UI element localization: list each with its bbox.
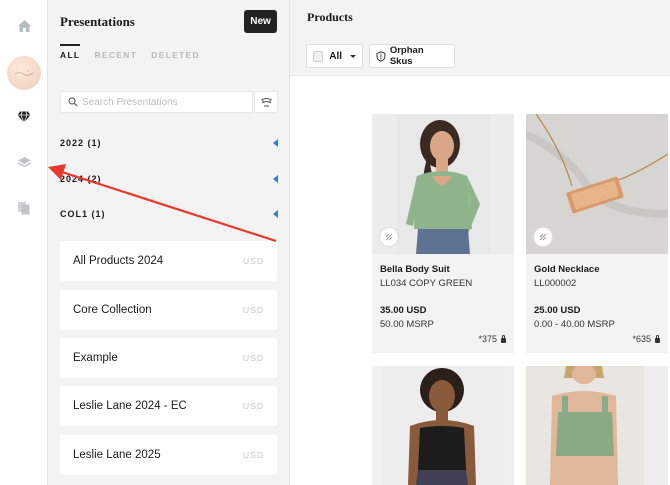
product-name: Gold Necklace (534, 264, 600, 275)
home-icon[interactable] (0, 16, 48, 36)
group-col1[interactable]: COL1 (1) (60, 206, 278, 222)
presentation-tabs: ALL RECENT DELETED (60, 44, 200, 64)
search-input[interactable] (82, 96, 242, 108)
presentation-currency: USD (243, 450, 264, 460)
diamond-icon[interactable] (0, 108, 48, 126)
presentation-card[interactable]: Leslie Lane 2025 USD (60, 435, 277, 475)
orphan-skus-label: Orphan Skus (389, 45, 424, 67)
presentation-name: All Products 2024 (73, 255, 164, 267)
image-toggle-icon[interactable] (379, 227, 399, 247)
presentation-name: Example (73, 352, 118, 364)
product-price: 35.00 USD (380, 305, 427, 316)
presentation-currency: USD (243, 305, 264, 315)
tab-recent[interactable]: RECENT (94, 50, 137, 64)
group-label: COL1 (1) (60, 209, 106, 219)
product-image (526, 366, 668, 485)
collapse-triangle-icon[interactable] (273, 139, 278, 147)
product-msrp: 50.00 MSRP (380, 319, 434, 330)
shield-icon (376, 50, 386, 62)
product-stock: *375 (478, 334, 506, 344)
group-label: 2022 (1) (60, 138, 102, 148)
documents-icon[interactable] (0, 199, 48, 217)
products-area: Products All Orphan Skus Bella Body Suit… (290, 0, 670, 485)
tab-deleted[interactable]: DELETED (151, 50, 200, 64)
products-header: Products All Orphan Skus (290, 0, 670, 76)
avatar[interactable] (7, 56, 41, 90)
presentation-name: Leslie Lane 2024 - EC (73, 400, 187, 412)
group-label: 2024 (2) (60, 174, 102, 184)
presentation-card[interactable]: Core Collection USD (60, 290, 277, 330)
stock-count: *375 (478, 334, 497, 344)
collapse-triangle-icon[interactable] (273, 210, 278, 218)
tab-all[interactable]: ALL (60, 44, 81, 64)
image-toggle-icon[interactable] (533, 227, 553, 247)
group-2022[interactable]: 2022 (1) (60, 135, 278, 151)
presentation-card[interactable]: All Products 2024 USD (60, 241, 277, 281)
panel-title: Presentations (60, 14, 135, 29)
group-2024[interactable]: 2024 (2) (60, 171, 278, 187)
product-sku: LL034 COPY GREEN (380, 278, 473, 289)
lock-icon (655, 334, 660, 343)
product-sku: LL000002 (534, 278, 577, 289)
product-card[interactable] (372, 366, 514, 485)
product-msrp: 0.00 - 40.00 MSRP (534, 319, 615, 330)
stock-count: *635 (632, 334, 651, 344)
presentation-currency: USD (243, 256, 264, 266)
product-card[interactable]: Bella Body Suit LL034 COPY GREEN 35.00 U… (372, 114, 514, 353)
presentation-card[interactable]: Example USD (60, 338, 277, 378)
presentations-panel: Presentations New ALL RECENT DELETED 202… (48, 0, 290, 485)
presentation-currency: USD (243, 353, 264, 363)
filter-button[interactable] (254, 91, 278, 113)
search-icon (68, 97, 78, 107)
product-stock: *635 (632, 334, 660, 344)
product-name: Bella Body Suit (380, 264, 450, 275)
product-card[interactable]: Gold Necklace LL000002 25.00 USD 0.00 - … (526, 114, 668, 353)
select-all-label: All (329, 50, 342, 62)
presentation-card[interactable]: Leslie Lane 2024 - EC USD (60, 386, 277, 426)
layers-icon[interactable] (0, 153, 48, 171)
filter-icon (260, 97, 272, 106)
select-all-checkbox[interactable] (313, 50, 324, 62)
product-image (372, 366, 514, 485)
collapse-triangle-icon[interactable] (273, 175, 278, 183)
product-card[interactable] (526, 366, 668, 485)
presentation-name: Core Collection (73, 304, 152, 316)
chevron-down-icon (350, 54, 356, 58)
search-box (60, 91, 253, 113)
presentation-name: Leslie Lane 2025 (73, 449, 161, 461)
lock-icon (501, 334, 506, 343)
new-presentation-button[interactable]: New (244, 10, 277, 33)
select-all-dropdown[interactable]: All (306, 44, 363, 68)
presentation-currency: USD (243, 401, 264, 411)
page-title: Products (307, 10, 353, 24)
left-rail (0, 0, 48, 485)
product-price: 25.00 USD (534, 305, 581, 316)
orphan-skus-button[interactable]: Orphan Skus (369, 44, 455, 68)
